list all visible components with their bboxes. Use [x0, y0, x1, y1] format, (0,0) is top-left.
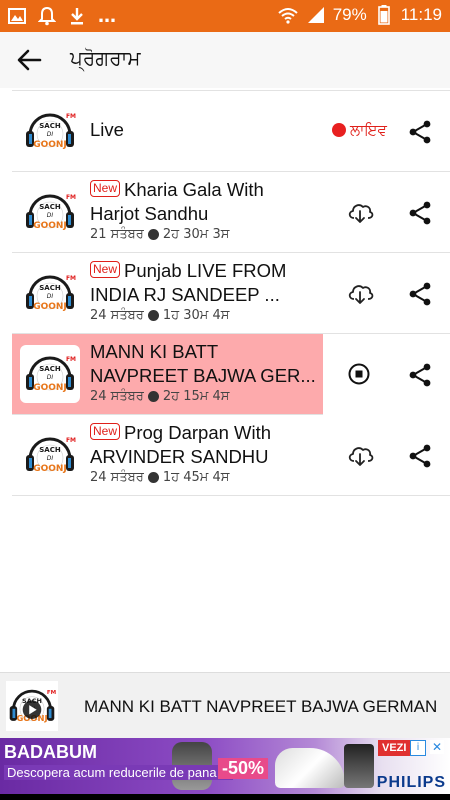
episode-title-line1: MANN KI BATT: [90, 341, 219, 362]
episode-title-line2: NAVPREET BAJWA GER...: [90, 365, 316, 386]
ad-info-icon[interactable]: i: [410, 740, 426, 756]
live-dot-icon: [332, 123, 346, 137]
live-badge: ਲਾਇਵ: [332, 121, 387, 139]
download-button[interactable]: [346, 200, 374, 224]
episode-text: New Punjab LIVE FROM INDIA RJ SANDEEP ...…: [90, 259, 322, 323]
episode-title-line1: New Kharia Gala With: [90, 178, 322, 202]
now-playing-bar[interactable]: MANN KI BATT NAVPREET BAJWA GERMAN: [0, 672, 450, 739]
share-icon: [408, 119, 432, 145]
episode-meta: 24 ਸਤੰਬਰ 2ਹ 15ਮ 4ਸ: [90, 389, 322, 404]
wifi-icon: [277, 4, 299, 26]
program-list: Live ਲਾਇਵ New Kharia Gala With Harjot San…: [12, 90, 450, 496]
episode-row[interactable]: New Kharia Gala With Harjot Sandhu 21 ਸਤੰ…: [12, 172, 450, 253]
episode-date: 24 ਸਤੰਬਰ: [90, 389, 144, 404]
live-row[interactable]: Live ਲਾਇਵ: [12, 90, 450, 172]
nav-bar-edge: [0, 794, 450, 800]
share-button[interactable]: [407, 119, 433, 145]
episode-text: MANN KI BATT NAVPREET BAJWA GER... 24 ਸਤ…: [90, 340, 322, 404]
stop-icon: [348, 363, 370, 385]
image-notification-icon: [6, 5, 28, 27]
status-bar-notifications: …: [6, 5, 118, 27]
ad-banner[interactable]: BADABUM Descopera acum reducerile de pan…: [0, 738, 450, 794]
ad-sponsor: PHILIPS: [376, 774, 446, 791]
download-button[interactable]: [346, 281, 374, 305]
episode-title-line2: Harjot Sandhu: [90, 203, 209, 224]
share-button[interactable]: [407, 443, 433, 469]
cloud-download-icon: [348, 447, 374, 466]
episode-text: New Prog Darpan With ARVINDER SANDHU 24 ਸ…: [90, 421, 322, 485]
episode-title-line2: ARVINDER SANDHU: [90, 446, 269, 467]
station-logo: [22, 105, 78, 157]
episode-date: 24 ਸਤੰਬਰ: [90, 470, 144, 485]
episode-title-line1: New Punjab LIVE FROM: [90, 259, 322, 283]
page-title: ਪ੍ਰੋਗਰਾਮ: [70, 46, 141, 70]
battery-icon: [373, 4, 395, 26]
clock: 11:19: [400, 5, 442, 24]
station-logo: [22, 429, 78, 481]
status-bar-system: 79% 11:19: [277, 4, 442, 26]
share-icon: [408, 281, 432, 307]
share-icon: [408, 443, 432, 469]
episode-duration: 1ਹ 30ਮ 4ਸ: [162, 308, 230, 323]
episode-meta: 21 ਸਤੰਬਰ 2ਹ 30ਮ 3ਸ: [90, 227, 322, 242]
ad-product-image: [275, 748, 345, 788]
episode-duration: 2ਹ 15ਮ 4ਸ: [162, 389, 230, 404]
download-button[interactable]: [346, 443, 374, 467]
more-notifications-icon: …: [98, 5, 116, 27]
bell-icon: [36, 5, 58, 27]
separator-dot-icon: [147, 391, 159, 402]
now-playing-title: MANN KI BATT NAVPREET BAJWA GERMAN: [84, 697, 438, 716]
back-button[interactable]: [14, 44, 46, 76]
station-logo: [22, 267, 78, 319]
episode-row[interactable]: New Punjab LIVE FROM INDIA RJ SANDEEP ...…: [12, 253, 450, 334]
share-button[interactable]: [407, 281, 433, 307]
episode-meta: 24 ਸਤੰਬਰ 1ਹ 45ਮ 4ਸ: [90, 470, 322, 485]
status-bar: … 79% 11:19: [0, 0, 450, 32]
share-icon: [408, 200, 432, 226]
download-icon: [66, 5, 88, 27]
episode-row-playing[interactable]: MANN KI BATT NAVPREET BAJWA GER... 24 ਸਤ…: [12, 334, 450, 415]
ad-brand: BADABUM: [4, 742, 97, 762]
episode-duration: 2ਹ 30ਮ 3ਸ: [162, 227, 230, 242]
ad-text: Descopera acum reducerile de pana la: [4, 765, 234, 780]
app-bar: ਪ੍ਰੋਗਰਾਮ: [0, 32, 450, 88]
episode-title-line1: New Prog Darpan With: [90, 421, 322, 445]
station-logo: [22, 186, 78, 238]
episode-date: 21 ਸਤੰਬਰ: [90, 227, 144, 242]
battery-percent: 79%: [332, 5, 367, 24]
ad-product-image: [344, 744, 374, 788]
live-badge-label: ਲਾਇਵ: [350, 121, 387, 139]
episode-title-line2: INDIA RJ SANDEEP ...: [90, 284, 280, 305]
separator-dot-icon: [147, 229, 159, 240]
share-button[interactable]: [407, 362, 433, 388]
separator-dot-icon: [147, 310, 159, 321]
new-badge: New: [90, 423, 121, 440]
ad-close-icon[interactable]: ✕: [430, 740, 444, 754]
ad-discount: -50%: [218, 758, 269, 779]
cloud-download-icon: [348, 204, 374, 223]
share-icon: [408, 362, 432, 388]
cloud-download-icon: [348, 285, 374, 304]
stop-button[interactable]: [348, 363, 370, 385]
now-playing-logo: [6, 681, 59, 731]
new-badge: New: [90, 261, 121, 278]
arrow-left-icon: [17, 49, 42, 71]
signal-icon: [305, 4, 327, 26]
episode-meta: 24 ਸਤੰਬਰ 1ਹ 30ਮ 4ਸ: [90, 308, 322, 323]
episode-duration: 1ਹ 45ਮ 4ਸ: [162, 470, 230, 485]
episode-text: New Kharia Gala With Harjot Sandhu 21 ਸਤੰ…: [90, 178, 322, 242]
live-title: Live: [90, 119, 124, 140]
episode-date: 24 ਸਤੰਬਰ: [90, 308, 144, 323]
station-logo: [20, 345, 80, 403]
separator-dot-icon: [147, 472, 159, 483]
new-badge: New: [90, 180, 121, 197]
episode-row[interactable]: New Prog Darpan With ARVINDER SANDHU 24 ਸ…: [12, 415, 450, 496]
share-button[interactable]: [407, 200, 433, 226]
